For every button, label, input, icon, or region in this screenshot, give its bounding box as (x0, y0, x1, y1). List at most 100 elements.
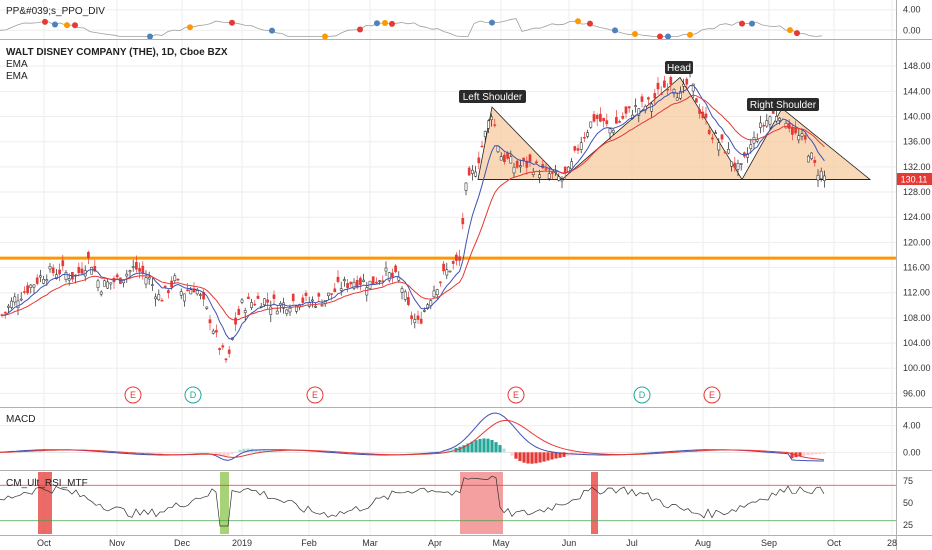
last-price-badge: 130.11 (897, 173, 932, 185)
candle-body (346, 283, 349, 289)
candle-body (179, 291, 183, 296)
candle-body (266, 299, 269, 303)
candle-body (144, 277, 148, 285)
candle-body (634, 105, 637, 107)
macd-histogram-bar (174, 452, 178, 453)
candle-body (243, 310, 247, 313)
macd-histogram-bar (710, 451, 714, 453)
macd-histogram-bar (622, 452, 626, 453)
macd-histogram-bar (554, 452, 558, 459)
candle-body (269, 306, 273, 315)
candle-body (557, 176, 561, 181)
candle-body (48, 266, 52, 270)
candle-body (474, 171, 477, 177)
macd-histogram-bar (42, 451, 46, 453)
candle-body (659, 93, 663, 95)
candle-body (26, 285, 29, 294)
macd-histogram-bar (550, 452, 554, 460)
candle-body (199, 294, 202, 296)
event-label: E (312, 390, 318, 400)
candle-body (256, 295, 260, 299)
macd-histogram-bar (318, 452, 322, 454)
event-label: E (130, 390, 136, 400)
candle-body (407, 297, 410, 305)
candle-body (663, 80, 666, 88)
macd-histogram-bar (806, 452, 810, 456)
price-title: WALT DISNEY COMPANY (THE), 1D, Cboe BZX (6, 47, 228, 58)
macd-histogram-bar (538, 452, 542, 463)
macd-histogram-bar (30, 451, 34, 453)
candle-body (509, 156, 513, 164)
macd-histogram-bar (226, 452, 230, 456)
candle-body (435, 289, 439, 295)
candle-body (615, 117, 618, 124)
event-marker-e: E (507, 386, 525, 404)
candle-body (64, 272, 68, 280)
macd-histogram-bar (474, 440, 478, 453)
macd-histogram-bar (518, 452, 522, 462)
right-shoulder-text: Right Shoulder (750, 100, 817, 111)
event-label: D (190, 390, 197, 400)
macd-histogram-bar (722, 452, 726, 453)
candle-body (67, 278, 71, 281)
macd-histogram-bar (90, 452, 94, 453)
candle-body (391, 272, 394, 278)
macd-histogram-bar (290, 452, 294, 453)
candle-body (503, 154, 506, 162)
candle-body (519, 165, 522, 168)
candle-body (477, 157, 481, 164)
macd-histogram-bar (598, 452, 602, 454)
macd-histogram-bar (230, 452, 234, 455)
candle-body (650, 103, 653, 112)
left-shoulder-text: Left Shoulder (463, 92, 523, 103)
candle-body (823, 175, 826, 181)
candle-body (711, 137, 714, 140)
candle-body (423, 310, 426, 312)
macd-histogram-bar (206, 451, 210, 453)
macd-histogram-bar (650, 451, 654, 453)
macd-histogram-bar (634, 451, 638, 453)
candle-body (451, 261, 455, 264)
macd-histogram-bar (698, 451, 702, 453)
macd-histogram-bar (630, 452, 634, 453)
candle-body (7, 305, 10, 308)
macd-histogram-bar (46, 451, 50, 453)
candle-body (419, 318, 423, 324)
y-tick-price: 116.00 (903, 263, 930, 273)
macd-histogram-bar (38, 451, 42, 453)
macd-histogram-bar (286, 451, 290, 453)
candle-body (669, 77, 673, 85)
event-label: E (709, 390, 715, 400)
candle-body (39, 275, 42, 278)
ppo-title: PP&#039;s_PPO_DIV (6, 6, 105, 17)
macd-histogram-bar (198, 451, 202, 453)
candle-body (365, 287, 369, 296)
candle-body (61, 260, 65, 267)
candle-body (778, 117, 781, 121)
candle-body (128, 270, 132, 273)
candle-body (589, 121, 593, 128)
candle-body (87, 252, 90, 259)
macd-histogram-bar (750, 452, 754, 453)
macd-histogram-bar (390, 452, 394, 453)
macd-title: MACD (6, 414, 35, 425)
x-tick: Jun (562, 538, 577, 548)
ppo-divergence-dot (787, 27, 793, 34)
y-tick-price: 140.00 (903, 112, 931, 122)
candle-body (666, 88, 669, 91)
y-tick-price: 100.00 (903, 363, 931, 373)
macd-histogram-bar (414, 451, 418, 453)
candle-body (797, 135, 801, 141)
macd-histogram-bar (510, 452, 514, 456)
candle-body (439, 281, 442, 284)
ppo-divergence-dot (739, 20, 745, 27)
candle-body (218, 348, 221, 350)
ppo-divergence-dot (64, 22, 70, 29)
candle-body (19, 298, 23, 301)
macd-histogram-bar (734, 452, 738, 453)
macd-histogram-bar (410, 452, 414, 453)
candle-body (640, 96, 644, 102)
candle-body (138, 268, 141, 272)
candle-body (378, 280, 381, 282)
event-marker-e: E (306, 386, 324, 404)
